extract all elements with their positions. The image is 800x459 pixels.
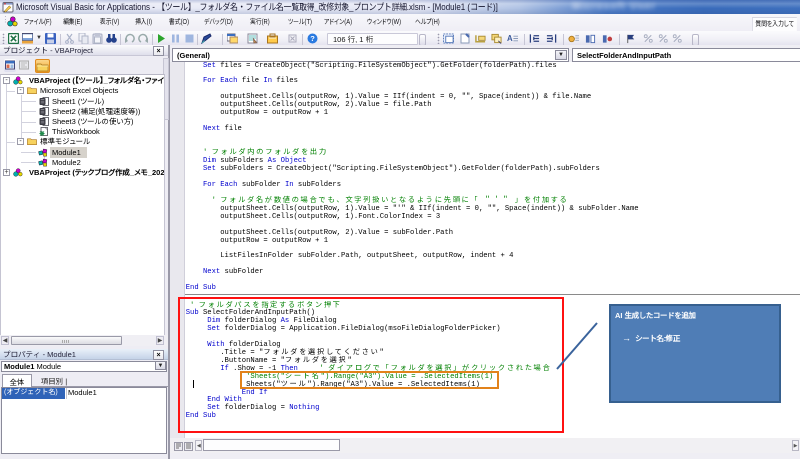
svg-text:?: ? <box>310 34 315 43</box>
svg-text:A: A <box>507 34 513 43</box>
